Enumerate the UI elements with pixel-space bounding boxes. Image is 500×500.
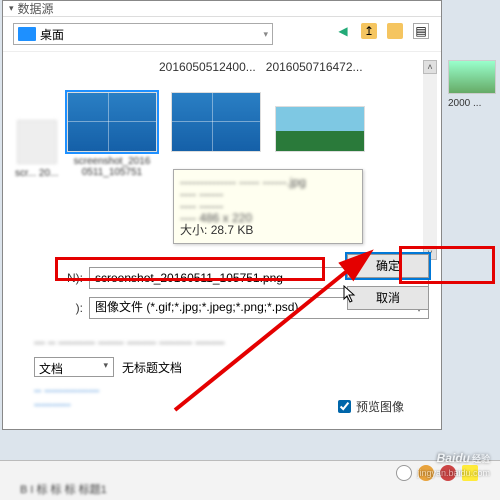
location-dropdown[interactable]: 桌面 ▾ <box>13 23 273 45</box>
collapse-icon[interactable]: ▾ <box>9 3 14 14</box>
file-tooltip: -------------- ----- ------.jpg ---- ---… <box>173 169 363 244</box>
watermark-url: jingyan.baidu.com <box>417 468 490 478</box>
tooltip-size-label: 大小: <box>180 223 207 237</box>
up-icon[interactable]: ↥ <box>361 23 377 39</box>
file-thumbnail[interactable] <box>275 106 365 152</box>
watermark: Baidu经验 <box>437 451 490 465</box>
tool-icon[interactable] <box>396 465 412 481</box>
preview-pane: 2000 ... <box>448 60 498 109</box>
file-thumbnail-selected[interactable]: screenshot_20160511_105751 <box>67 92 157 178</box>
scrollbar[interactable]: ˄ ˅ <box>423 60 437 260</box>
preview-checkbox-input[interactable] <box>338 400 351 413</box>
preview-caption: 2000 ... <box>448 98 498 109</box>
file-name[interactable]: 2016050716472... <box>266 60 363 74</box>
file-thumbnail[interactable] <box>171 92 261 152</box>
desktop-icon <box>18 27 36 41</box>
preview-checkbox-label: 预览图像 <box>356 398 404 415</box>
document-select[interactable]: 文档 <box>34 357 114 377</box>
link-blurred[interactable]: -- --------------- <box>34 385 434 397</box>
file-thumbnail[interactable]: scr... 20... <box>15 120 58 179</box>
file-name[interactable]: 2016050512400... <box>159 60 256 74</box>
chevron-down-icon: ▾ <box>263 29 268 40</box>
dialog-titlebar: ▾ 数据源 <box>3 1 441 17</box>
filetype-label: ): <box>57 301 83 315</box>
ok-button[interactable]: 确定 <box>347 254 429 278</box>
back-icon[interactable]: ◀ <box>335 23 351 39</box>
preview-thumbnail <box>448 60 496 94</box>
app-bottom-bar: B I 标 标 标 标题1 <box>0 460 500 500</box>
location-bar: 桌面 ▾ ◀ ↥ ▤ <box>3 17 441 51</box>
preview-checkbox[interactable]: 预览图像 <box>338 398 404 415</box>
tooltip-size-value: 28.7 KB <box>211 223 254 237</box>
views-icon[interactable]: ▤ <box>413 23 429 39</box>
filename-label: N): <box>57 271 83 285</box>
location-label: 桌面 <box>40 26 64 43</box>
cancel-button[interactable]: 取消 <box>347 286 429 310</box>
doc-untitled-label: 无标题文档 <box>122 359 182 376</box>
scroll-up-icon[interactable]: ˄ <box>423 60 437 74</box>
format-toolbar[interactable]: B I 标 标 标 标题1 <box>20 481 107 497</box>
titlebar-label: 数据源 <box>18 0 54 17</box>
new-folder-icon[interactable] <box>387 23 403 39</box>
